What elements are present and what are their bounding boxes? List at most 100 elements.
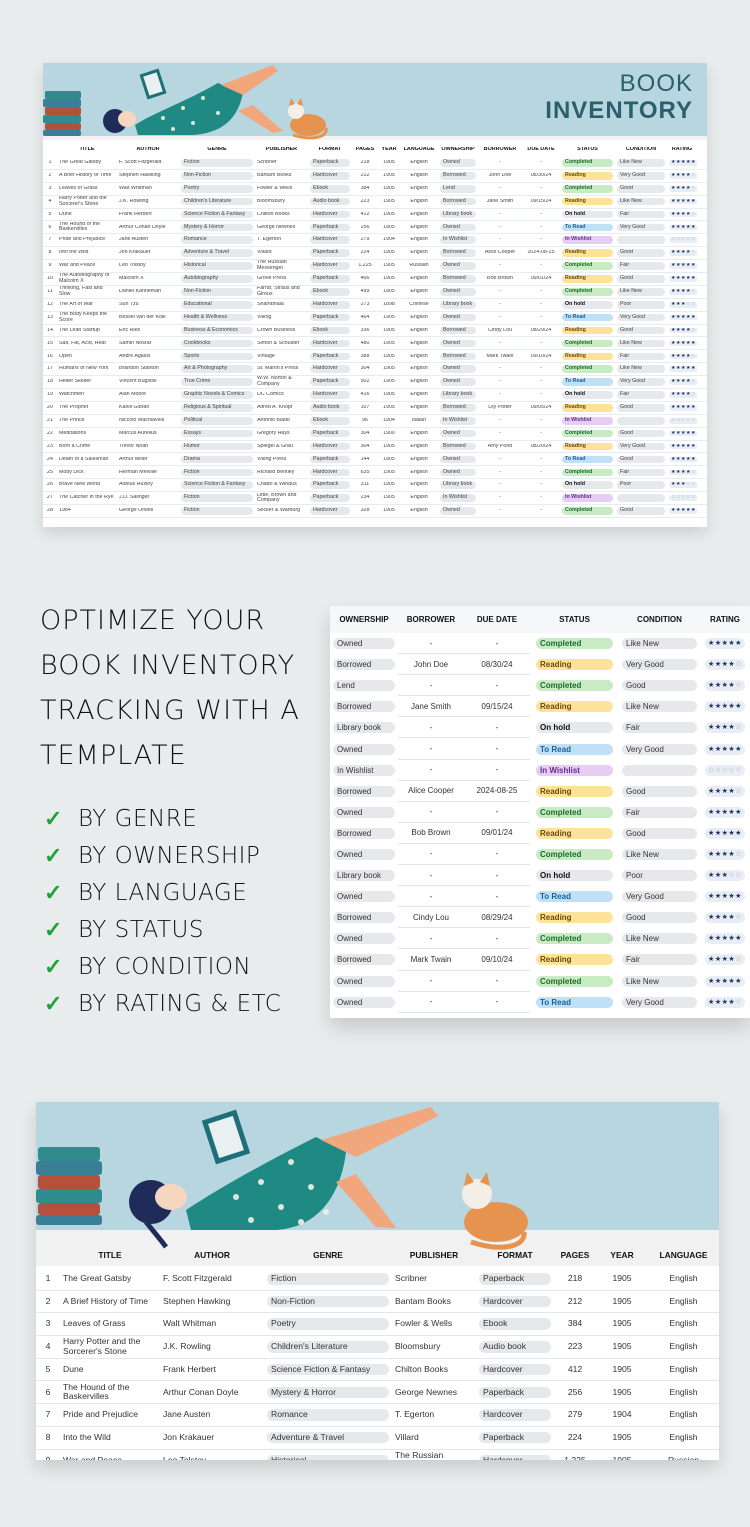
col-header-genre[interactable]: GENRE (264, 1251, 392, 1261)
star-rating[interactable]: ★★★★★ (705, 827, 745, 839)
ownership-cell-value[interactable]: Lend (333, 680, 395, 692)
status-badge[interactable]: In Wishlist (562, 236, 613, 245)
condition-cell-value[interactable]: Like New (622, 701, 697, 713)
star-rating[interactable]: ★★★★☆ (669, 469, 697, 476)
star-rating[interactable]: ★★★☆☆ (705, 870, 745, 882)
star-rating[interactable]: ★★★★★ (705, 743, 745, 755)
table-row[interactable]: 11 Thinking, Fast and Slow Daniel Kahneman… (43, 286, 707, 299)
ownership-cell-value[interactable]: Owned (440, 507, 476, 515)
genre-cell-value[interactable]: Mystery & Horror (181, 223, 253, 232)
status-badge[interactable]: Completed (536, 933, 613, 945)
star-rating[interactable]: ★★★★★ (669, 405, 697, 411)
format-cell-value[interactable]: Ebook (310, 326, 350, 335)
table-row[interactable]: 21 The Prince Niccolò Machiavelli Political… (43, 415, 707, 428)
condition-cell-value[interactable]: Good (617, 275, 665, 283)
table-row[interactable]: 26 Brave New World Aldous Huxley Science Fi… (43, 479, 707, 493)
ownership-cell-value[interactable]: Owned (333, 743, 395, 755)
status-badge[interactable]: In Wishlist (562, 494, 613, 502)
ownership-cell-value[interactable]: Lend (440, 184, 476, 193)
condition-cell-value[interactable]: Good (617, 507, 665, 515)
format-cell-value[interactable]: Paperback (310, 159, 350, 167)
condition-cell-value[interactable]: Like New (622, 975, 697, 987)
condition-cell-value[interactable]: Like New (617, 339, 665, 348)
table-row[interactable]: 25 Moby Dick Herman Melville Fiction Richard… (43, 466, 707, 480)
format-cell-value[interactable]: Hardcover (310, 262, 350, 270)
genre-cell-value[interactable]: Mystery & Horror (267, 1386, 389, 1399)
status-badge[interactable]: In Wishlist (562, 416, 613, 425)
col-header-title[interactable]: TITLE (57, 147, 117, 153)
ownership-cell-value[interactable]: Owned (333, 848, 395, 860)
col-header-author[interactable]: AUTHOR (160, 1251, 264, 1261)
genre-cell-value[interactable]: Non-Fiction (267, 1295, 389, 1308)
star-rating[interactable]: ★★★★★ (669, 314, 697, 321)
status-badge[interactable]: In Wishlist (536, 764, 613, 776)
ownership-cell-value[interactable]: Owned (440, 262, 476, 270)
table-row[interactable]: 12 The Art of War Sun Tzu Educational Shambh… (43, 299, 707, 312)
star-rating[interactable]: ★★★★★ (669, 366, 697, 372)
ownership-cell-value[interactable]: Borrowed (440, 442, 476, 451)
table-row[interactable]: In Wishlist - - In Wishlist ☆☆☆☆☆ (330, 760, 750, 781)
table-row[interactable]: Borrowed Mark Twain 09/10/24 Reading Fair ★★★… (330, 949, 750, 971)
status-badge[interactable]: To Read (562, 455, 613, 464)
star-rating[interactable]: ★★★★★ (669, 276, 697, 282)
status-badge[interactable]: Reading (536, 912, 613, 924)
ownership-cell-value[interactable]: In Wishlist (440, 416, 476, 425)
condition-cell-value[interactable]: Good (622, 827, 697, 839)
genre-cell-value[interactable]: Business & Economics (181, 326, 253, 335)
condition-cell-value[interactable]: Poor (617, 300, 665, 309)
format-cell-value[interactable]: Hardcover (479, 1363, 551, 1376)
genre-cell-value[interactable]: Children's Literature (181, 197, 253, 206)
col-header-borrower[interactable]: BORROWER (398, 606, 464, 633)
ownership-cell-value[interactable]: Borrowed (440, 249, 476, 257)
format-cell-value[interactable]: Paperback (310, 313, 350, 322)
col-header-year[interactable]: YEAR (596, 1251, 648, 1261)
table-row[interactable]: Owned - - To Read Very Good ★★★★★ (330, 886, 750, 908)
ownership-cell-value[interactable]: Owned (333, 996, 395, 1008)
table-row[interactable]: 3 Leaves of Grass Walt Whitman Poetry Fowler… (43, 183, 707, 196)
table-row[interactable]: 9 War and Peace Leo Tolstoy Historical The R… (43, 260, 707, 274)
table-row[interactable]: Lend - - Completed Good ★★★★☆ (330, 675, 750, 697)
table-row[interactable]: 28 1984 George Orwell Fiction Secker & Warbu… (43, 505, 707, 518)
table-row[interactable]: 19 Watchmen Alan Moore Graphic Novels & Com… (43, 389, 707, 402)
genre-cell-value[interactable]: Essays (181, 429, 253, 438)
star-rating[interactable]: ★★★★☆ (705, 659, 745, 671)
table-row[interactable]: 27 The Catcher in the Rye J.D. Salinger Fic… (43, 492, 707, 506)
star-rating[interactable]: ★★★★★ (669, 430, 697, 437)
format-cell-value[interactable]: Paperback (310, 429, 350, 438)
ownership-cell-value[interactable]: Library book (333, 870, 395, 882)
genre-cell-value[interactable]: Poetry (181, 184, 253, 193)
condition-cell-value[interactable]: Fair (617, 391, 665, 399)
condition-cell-value[interactable]: Fair (617, 352, 665, 361)
status-badge[interactable]: Completed (562, 429, 613, 438)
table-row[interactable]: 8 Into the Wild Jon Krakauer Adventure & Tr… (36, 1427, 719, 1450)
status-badge[interactable]: To Read (536, 996, 613, 1008)
condition-cell-value[interactable]: Very Good (622, 659, 697, 671)
table-row[interactable]: Owned - - Completed Fair ★★★★★ (330, 802, 750, 823)
ownership-cell-value[interactable]: Owned (440, 339, 476, 348)
condition-cell-value[interactable]: Poor (622, 870, 697, 882)
status-badge[interactable]: Completed (562, 288, 613, 296)
table-row[interactable]: 18 Helter Skelter Vincent Bugliosi True Cri… (43, 376, 707, 390)
table-row[interactable]: 10 The Autobiography of Malcolm X Malcolm … (43, 273, 707, 286)
condition-cell-value[interactable]: Fair (617, 210, 665, 219)
ownership-cell-value[interactable]: Owned (440, 313, 476, 322)
genre-cell-value[interactable]: Political (181, 416, 253, 425)
col-header-pages[interactable]: PAGES (554, 1251, 596, 1261)
col-header-status[interactable]: STATUS (560, 147, 615, 153)
col-header-borrower[interactable]: BORROWER (478, 147, 522, 153)
col-header-language[interactable]: LANGUAGE (400, 147, 438, 153)
genre-cell-value[interactable]: Adventure & Travel (181, 249, 253, 257)
genre-cell-value[interactable]: Non-Fiction (181, 288, 253, 296)
format-cell-value[interactable]: Paperback (310, 352, 350, 361)
col-header-pages[interactable]: PAGES (352, 147, 378, 153)
format-cell-value[interactable]: Paperback (310, 249, 350, 257)
col-header-format[interactable]: FORMAT (476, 1251, 554, 1261)
status-badge[interactable]: Completed (536, 806, 613, 818)
ownership-cell-value[interactable]: In Wishlist (440, 236, 476, 245)
ownership-cell-value[interactable]: Library book (440, 391, 476, 399)
table-row[interactable]: 1 The Great Gatsby F. Scott Fitzgerald Fict… (36, 1268, 719, 1291)
condition-cell-value[interactable]: Very Good (622, 743, 697, 755)
genre-cell-value[interactable]: Science Fiction & Fantasy (267, 1363, 389, 1376)
condition-cell-value[interactable]: Fair (622, 954, 697, 966)
ownership-cell-value[interactable]: Borrowed (440, 326, 476, 335)
